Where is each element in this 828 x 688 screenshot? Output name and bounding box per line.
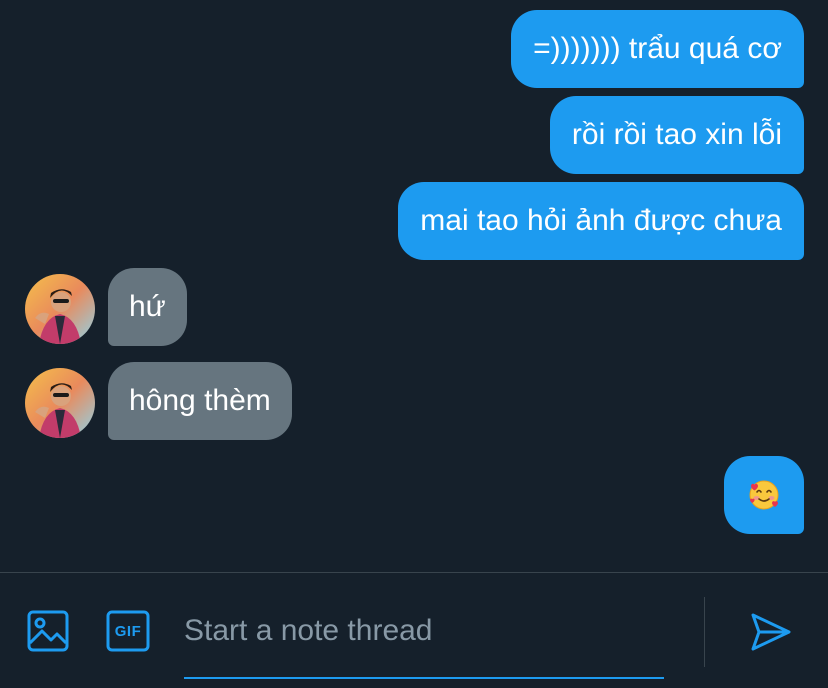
send-icon — [751, 613, 791, 651]
message-bubble-outgoing[interactable]: mai tao hỏi ảnh được chưa — [398, 182, 804, 260]
message-text: hứ — [129, 290, 166, 323]
message-text: mai tao hỏi ảnh được chưa — [420, 204, 782, 237]
message-thread[interactable]: =))))))) trẩu quá cơ rồi rồi tao xin lỗi… — [0, 0, 828, 572]
gif-label: GIF — [114, 622, 142, 640]
message-bubble-incoming[interactable]: hứ — [108, 268, 187, 346]
avatar-image — [25, 274, 95, 344]
message-text: =))))))) trẩu quá cơ — [533, 32, 782, 65]
send-button[interactable] — [748, 609, 794, 655]
avatar-image — [25, 368, 95, 438]
message-bubble-outgoing[interactable]: rồi rồi tao xin lỗi — [549, 96, 804, 174]
add-gif-button[interactable]: GIF — [106, 609, 150, 653]
note-thread-input[interactable] — [184, 609, 664, 653]
message-text: rồi rồi tao xin lỗi — [571, 118, 782, 151]
note-input-container — [184, 595, 664, 679]
message-bubble-outgoing-emoji[interactable] — [724, 456, 804, 534]
image-icon — [27, 610, 69, 652]
message-bubble-incoming[interactable]: hông thèm — [108, 362, 292, 440]
message-text: hông thèm — [129, 384, 271, 417]
message-composer: GIF — [0, 572, 828, 688]
dm-conversation-screen: =))))))) trẩu quá cơ rồi rồi tao xin lỗi… — [0, 0, 828, 688]
avatar[interactable] — [25, 274, 95, 344]
add-media-button[interactable] — [26, 609, 70, 653]
composer-divider — [704, 597, 705, 667]
message-bubble-outgoing[interactable]: =))))))) trẩu quá cơ — [511, 10, 804, 88]
smiling-face-with-hearts-icon — [749, 480, 779, 510]
avatar[interactable] — [25, 368, 95, 438]
